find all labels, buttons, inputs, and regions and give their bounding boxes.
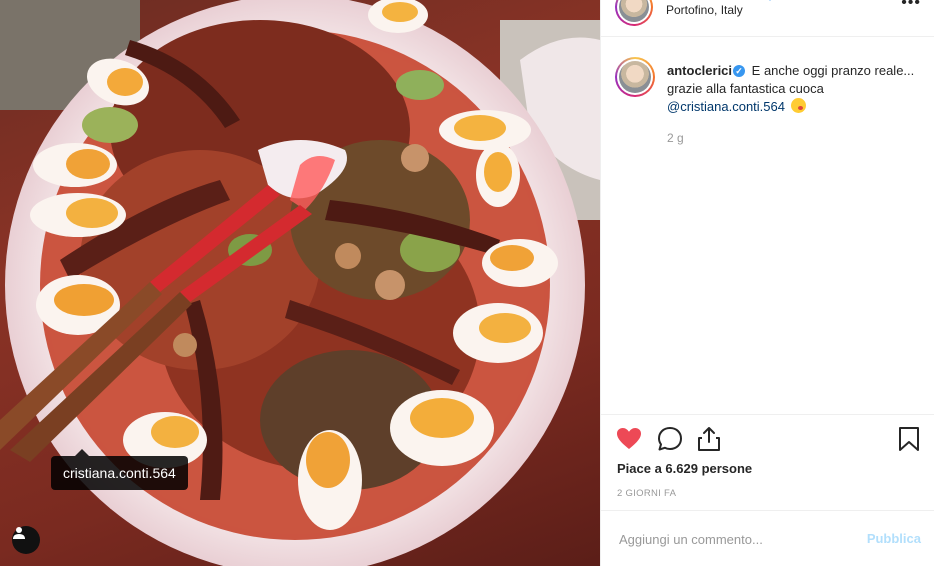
post-side-panel: · Portofino, Italy ••• antoclerici✓ E an… bbox=[600, 0, 934, 566]
header-avatar[interactable] bbox=[615, 0, 653, 26]
user-tag-button[interactable] bbox=[12, 526, 40, 554]
user-tag-label[interactable]: cristiana.conti.564 bbox=[51, 449, 188, 490]
post-date[interactable]: 2 GIORNI FA bbox=[617, 488, 676, 499]
publish-button[interactable]: Pubblica bbox=[867, 531, 921, 546]
user-silhouette-icon bbox=[13, 527, 25, 539]
caption-username[interactable]: antoclerici bbox=[667, 63, 732, 78]
post-photo[interactable]: cristiana.conti.564 bbox=[0, 0, 600, 566]
bookmark-icon[interactable] bbox=[895, 425, 923, 453]
comment-input[interactable] bbox=[617, 523, 851, 555]
verified-badge-icon: ✓ bbox=[733, 65, 746, 77]
header-follow-fragment[interactable]: · bbox=[768, 0, 772, 6]
post-header: · Portofino, Italy ••• bbox=[601, 0, 934, 37]
share-icon[interactable] bbox=[695, 425, 723, 453]
caption-mention[interactable]: @cristiana.conti.564 bbox=[667, 99, 785, 114]
add-comment-bar: Pubblica bbox=[601, 510, 934, 567]
caption-text-block: antoclerici ✓ E anche oggi pranzo reale..… bbox=[667, 62, 917, 116]
post-location[interactable]: Portofino, Italy bbox=[666, 3, 743, 17]
heart-icon[interactable] bbox=[615, 425, 643, 453]
caption-time[interactable]: 2 g bbox=[667, 131, 684, 145]
likes-count[interactable]: Piace a 6.629 persone bbox=[617, 461, 752, 476]
caption-avatar[interactable] bbox=[615, 57, 655, 97]
post-actions: Piace a 6.629 persone 2 GIORNI FA bbox=[601, 414, 934, 511]
ellipsis-icon[interactable]: ••• bbox=[901, 0, 921, 12]
comment-bubble-icon[interactable] bbox=[656, 425, 684, 453]
kissing-face-emoji-icon bbox=[790, 98, 806, 113]
